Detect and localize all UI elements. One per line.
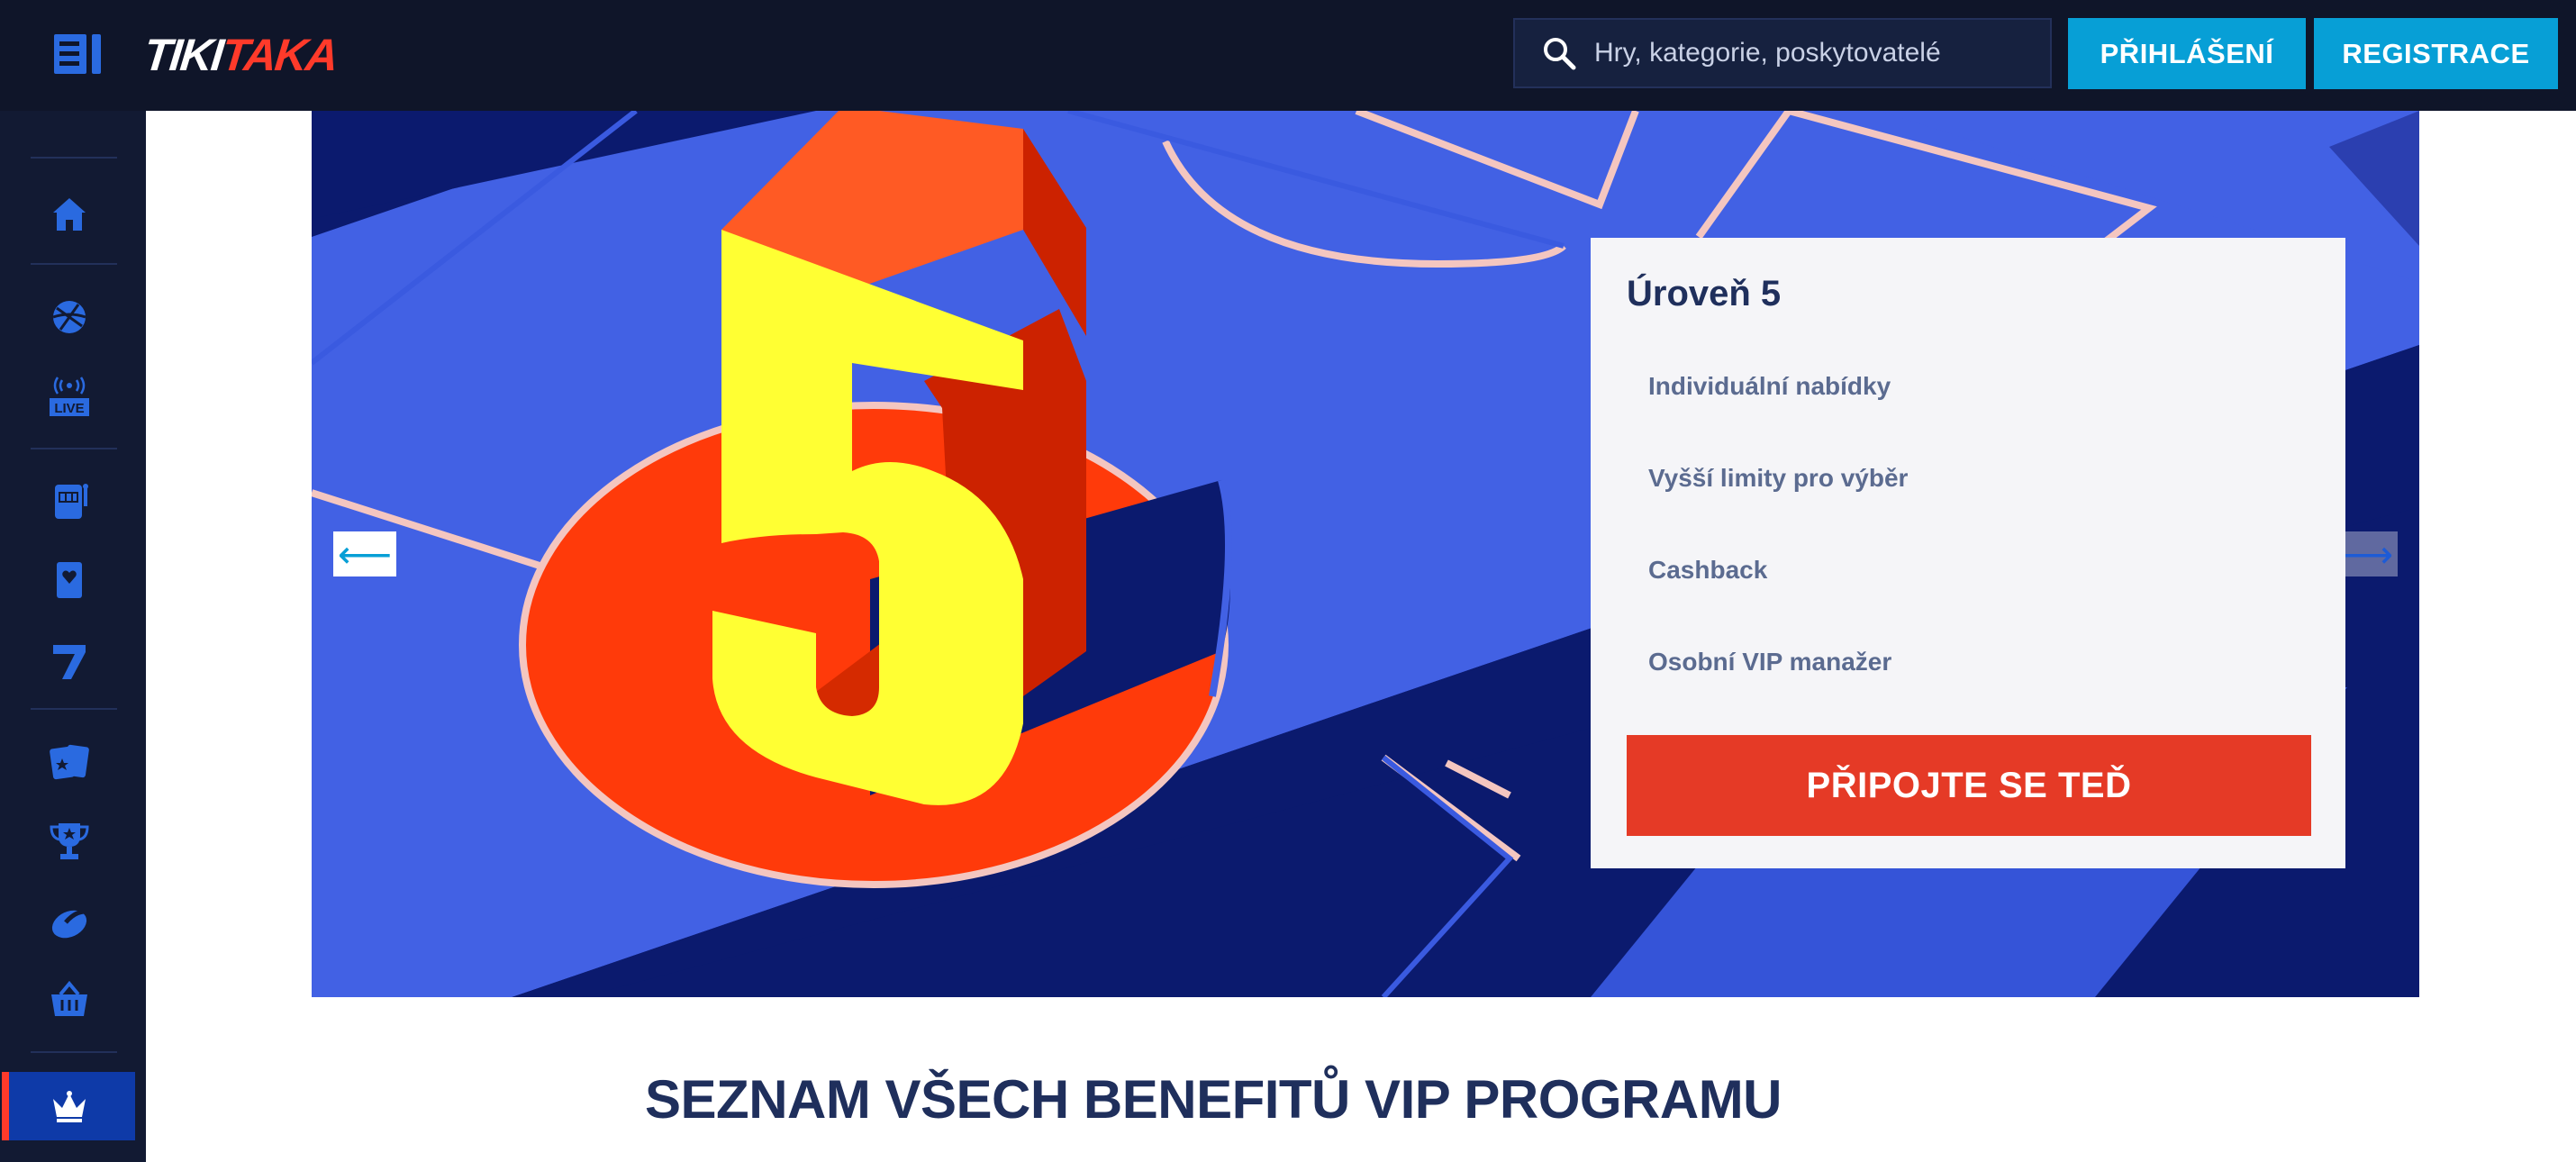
playing-card-icon xyxy=(57,562,82,598)
sidebar-divider xyxy=(31,157,117,159)
join-now-button[interactable]: PŘIPOJTE SE TEĎ xyxy=(1627,735,2311,836)
vip-level-banner: ⟵ ⟶ Úroveň 5 Individuální nabídky Vyšší … xyxy=(312,111,2419,997)
benefit-item: Cashback xyxy=(1648,556,1768,584)
benefit-item: Vyšší limity pro výběr xyxy=(1648,464,1909,492)
sidebar-item-live[interactable]: LIVE xyxy=(4,364,135,432)
sidebar-item-slots[interactable] xyxy=(4,467,135,535)
chip-icon xyxy=(51,909,87,939)
search-box[interactable] xyxy=(1513,18,2052,88)
logo-text-taka: TAKA xyxy=(219,30,340,80)
vip-crown-icon xyxy=(53,1091,86,1122)
sidebar-divider xyxy=(31,708,117,710)
sidebar-divider xyxy=(31,263,117,265)
sidebar-item-vip[interactable] xyxy=(2,1072,135,1140)
sidebar-item-shop[interactable] xyxy=(4,966,135,1034)
shop-basket-icon xyxy=(51,980,87,1016)
sidebar-item-chips[interactable] xyxy=(4,886,135,955)
sidebar: LIVE xyxy=(0,0,146,1162)
seven-icon xyxy=(53,645,86,679)
trophy-icon xyxy=(50,823,89,859)
sports-ball-icon xyxy=(52,301,86,333)
sidebar-item-jackpot[interactable] xyxy=(4,627,135,695)
benefit-item: Individuální nabídky xyxy=(1648,372,1891,400)
carousel-prev-button[interactable]: ⟵ xyxy=(333,531,396,576)
logo[interactable]: TIKITAKA xyxy=(141,25,340,85)
sidebar-item-table-games[interactable] xyxy=(4,546,135,614)
register-button[interactable]: REGISTRACE xyxy=(2314,18,2558,89)
live-label: LIVE xyxy=(54,401,84,416)
menu-toggle-button[interactable] xyxy=(52,32,103,76)
level-title: Úroveň 5 xyxy=(1627,274,1782,313)
login-button[interactable]: PŘIHLÁŠENÍ xyxy=(2068,18,2306,89)
live-broadcast-icon: LIVE xyxy=(50,377,89,416)
slot-machine-icon xyxy=(55,484,88,519)
sidebar-divider xyxy=(31,448,117,449)
search-input[interactable] xyxy=(1592,25,2050,81)
sidebar-item-home[interactable] xyxy=(4,180,135,249)
sidebar-divider xyxy=(31,1051,117,1053)
benefit-item: Osobní VIP manažer xyxy=(1648,648,1892,676)
top-bar: TIKITAKA PŘIHLÁŠENÍ REGISTRACE xyxy=(0,0,2576,111)
benefits-list: Individuální nabídky Vyšší limity pro vý… xyxy=(1648,368,1908,736)
logo-text-tiki: TIKI xyxy=(141,30,225,80)
sidebar-item-sports[interactable] xyxy=(4,283,135,351)
home-icon xyxy=(53,198,86,231)
sidebar-item-tournaments[interactable] xyxy=(4,807,135,876)
vip-level-card: Úroveň 5 Individuální nabídky Vyšší limi… xyxy=(1591,238,2345,868)
section-heading: SEZNAM VŠECH BENEFITŮ VIP PROGRAMU xyxy=(645,1069,1782,1130)
search-icon xyxy=(1544,38,1576,70)
sidebar-item-promotions[interactable] xyxy=(4,728,135,796)
cards-icon xyxy=(50,744,89,780)
menu-toggle-icon xyxy=(54,34,101,74)
